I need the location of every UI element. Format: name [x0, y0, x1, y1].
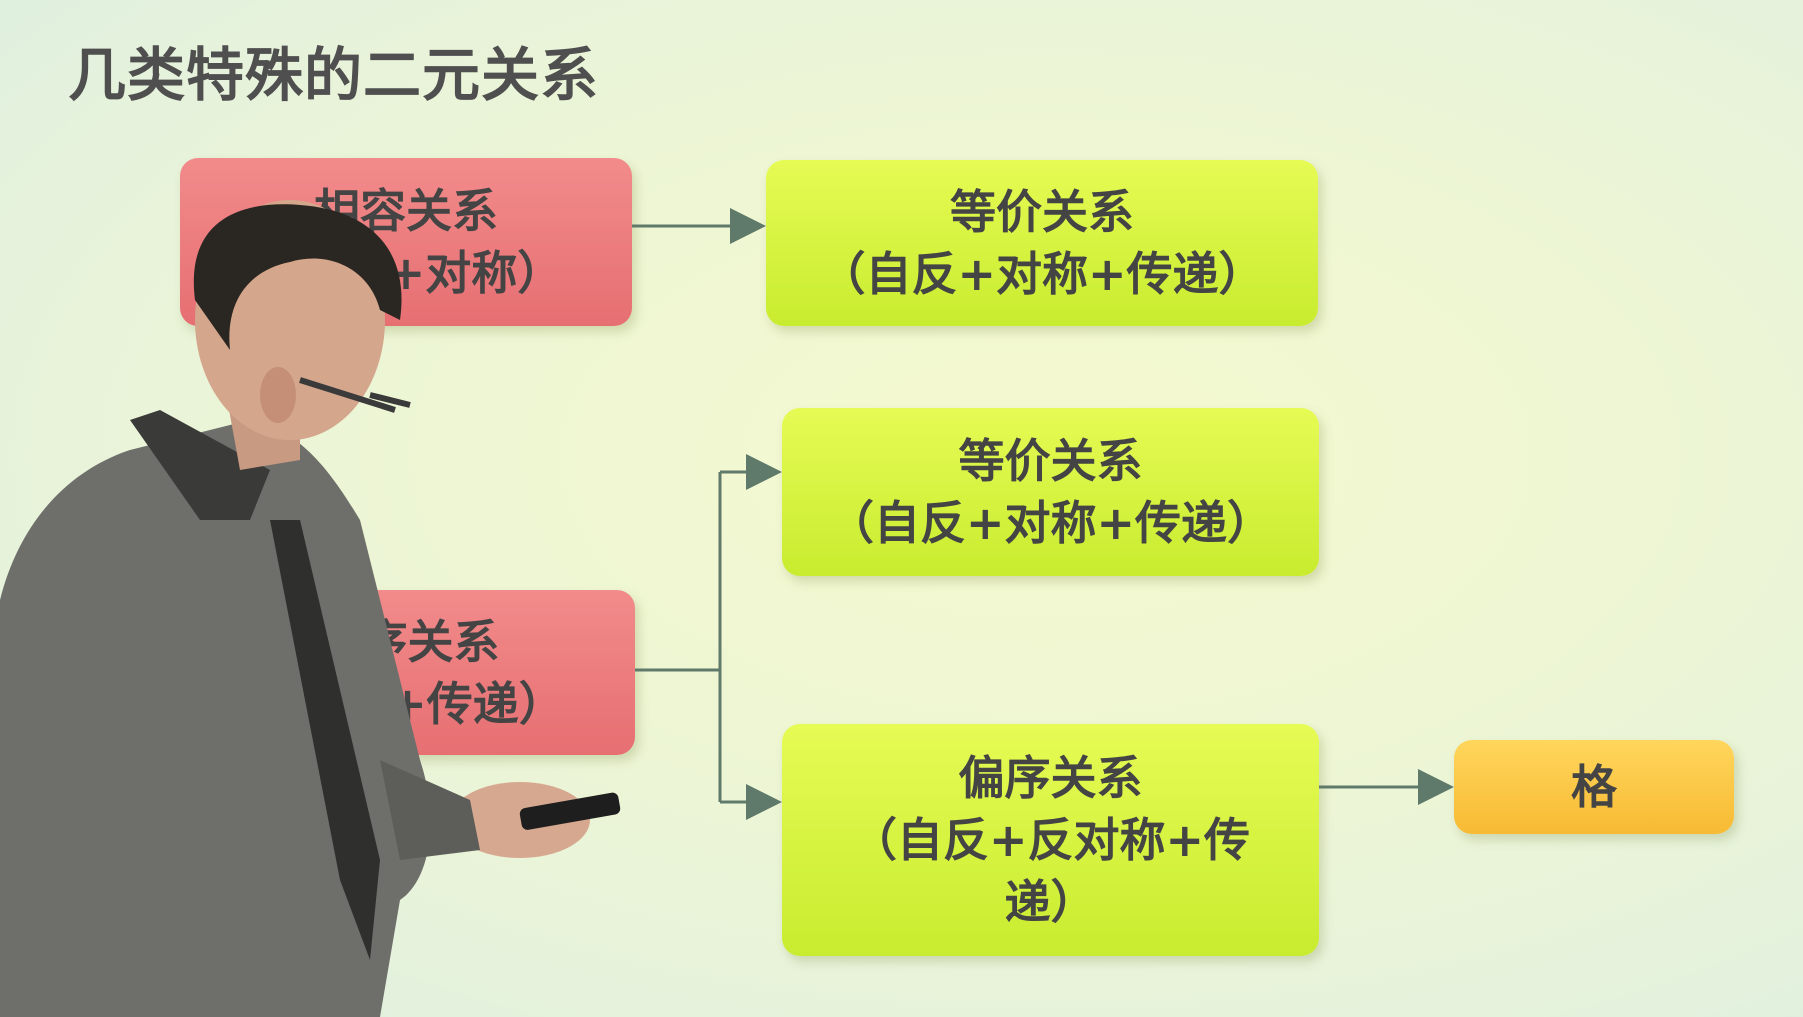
presenter-figure [0, 200, 621, 1017]
